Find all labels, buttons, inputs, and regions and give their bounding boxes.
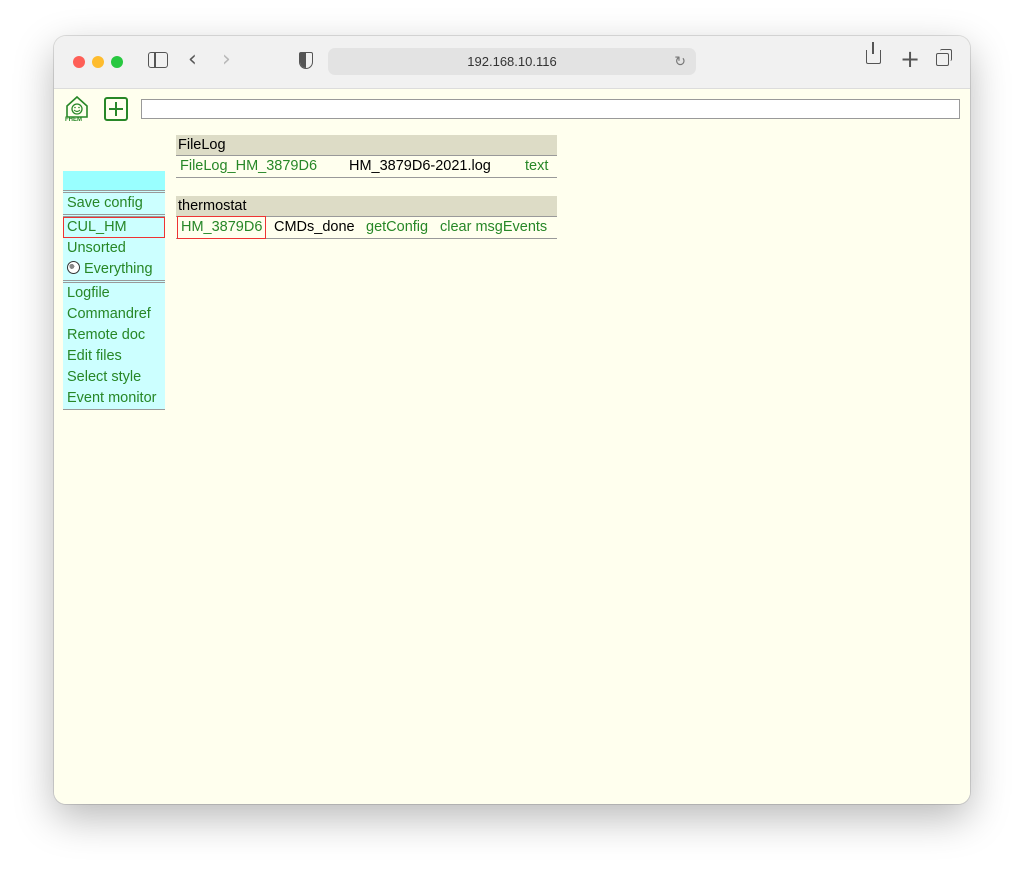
- menu-item-everything[interactable]: Everything: [63, 259, 165, 280]
- sidebar-toggle-icon[interactable]: [148, 52, 168, 68]
- thermostat-device-link[interactable]: HM_3879D6: [176, 216, 267, 239]
- fhem-logo[interactable]: FHEM: [64, 95, 90, 127]
- menu-header: [63, 171, 165, 190]
- main-menu: Save config CUL_HM Unsorted Everything L…: [63, 171, 165, 410]
- page-content: FHEM Save config CUL_HM Unsorted Everyth…: [54, 89, 970, 804]
- menu-item-cul-hm[interactable]: CUL_HM: [63, 217, 165, 238]
- tab-overview-icon[interactable]: [936, 49, 952, 66]
- privacy-shield-icon[interactable]: [299, 52, 313, 69]
- close-window-icon[interactable]: [73, 56, 85, 68]
- clear-msg-events-link[interactable]: clear msgEvents: [440, 217, 547, 238]
- menu-item-event-monitor[interactable]: Event monitor: [63, 388, 165, 409]
- filelog-title: FileLog: [176, 135, 557, 156]
- menu-item-remote-doc[interactable]: Remote doc: [63, 325, 165, 346]
- command-input[interactable]: [141, 99, 960, 119]
- menu-item-logfile[interactable]: Logfile: [63, 283, 165, 304]
- filelog-file-name: HM_3879D6-2021.log: [349, 158, 491, 174]
- menu-item-select-style[interactable]: Select style: [63, 367, 165, 388]
- menu-item-unsorted[interactable]: Unsorted: [63, 238, 165, 259]
- menu-item-commandref[interactable]: Commandref: [63, 304, 165, 325]
- thermostat-block: thermostat HM_3879D6 CMDs_done getConfig…: [176, 196, 557, 239]
- filelog-block: FileLog FileLog_HM_3879D6 HM_3879D6-2021…: [176, 135, 557, 178]
- reload-icon[interactable]: ↻: [674, 48, 686, 75]
- browser-titlebar: ‹ › 192.168.10.116 ↻ +: [54, 36, 970, 89]
- table-row: HM_3879D6 CMDs_done getConfig clear msgE…: [176, 216, 557, 239]
- share-icon[interactable]: [866, 42, 881, 64]
- forward-arrow-icon[interactable]: ›: [222, 48, 231, 72]
- zoom-window-icon[interactable]: [111, 56, 123, 68]
- new-tab-icon[interactable]: +: [900, 47, 920, 71]
- address-bar[interactable]: 192.168.10.116 ↻: [328, 48, 696, 75]
- thermostat-title: thermostat: [176, 196, 557, 217]
- menu-item-edit-files[interactable]: Edit files: [63, 346, 165, 367]
- table-row: FileLog_HM_3879D6 HM_3879D6-2021.log tex…: [176, 156, 557, 178]
- url-text: 192.168.10.116: [467, 54, 557, 69]
- minimize-window-icon[interactable]: [92, 56, 104, 68]
- back-arrow-icon[interactable]: ‹: [188, 48, 197, 72]
- menu-item-everything-label: Everything: [84, 261, 153, 277]
- house-icon: [66, 95, 88, 118]
- menu-divider: [63, 409, 165, 410]
- menu-item-save-config[interactable]: Save config: [63, 193, 165, 214]
- get-config-link[interactable]: getConfig: [366, 217, 428, 238]
- thermostat-state: CMDs_done: [274, 219, 355, 235]
- globe-icon: [67, 261, 80, 274]
- logo-text: FHEM: [65, 117, 82, 123]
- filelog-text-link[interactable]: text: [525, 156, 548, 177]
- browser-window: ‹ › 192.168.10.116 ↻ + FHEM Save config …: [54, 36, 970, 804]
- filelog-device-link[interactable]: FileLog_HM_3879D6: [180, 156, 317, 177]
- add-device-icon[interactable]: [104, 97, 128, 121]
